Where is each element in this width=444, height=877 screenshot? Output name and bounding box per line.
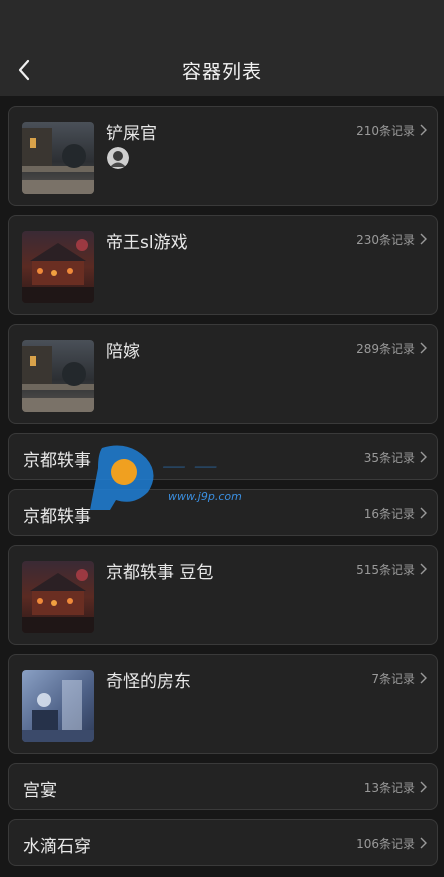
container-list: 铲屎官 210条记录 帝王sl游戏 230条记录 陪嫁 289条记录 京都轶事 …	[0, 96, 444, 866]
list-item[interactable]: 京都轶事 35条记录	[8, 433, 438, 480]
back-button[interactable]	[10, 56, 38, 84]
item-name: 京都轶事	[23, 451, 91, 471]
list-item[interactable]: 宫宴 13条记录	[8, 763, 438, 810]
record-count: 35条记录	[363, 451, 415, 465]
chevron-right-icon	[420, 672, 427, 684]
record-count: 210条记录	[356, 124, 415, 138]
list-item[interactable]: 帝王sl游戏 230条记录	[8, 215, 438, 315]
avatar	[107, 147, 129, 169]
status-bar	[0, 0, 444, 44]
record-count: 16条记录	[363, 507, 415, 521]
list-item[interactable]: 陪嫁 289条记录	[8, 324, 438, 424]
record-count: 515条记录	[356, 563, 415, 577]
chevron-right-icon	[420, 837, 427, 849]
item-name: 京都轶事	[23, 507, 91, 527]
item-name: 宫宴	[23, 781, 57, 801]
record-count: 13条记录	[363, 781, 415, 795]
thumbnail-image	[22, 231, 94, 303]
chevron-left-icon	[18, 59, 30, 81]
list-item[interactable]: 奇怪的房东 7条记录	[8, 654, 438, 754]
list-item[interactable]: 京都轶事 豆包 515条记录	[8, 545, 438, 645]
top-nav-bar: 容器列表	[0, 44, 444, 96]
chevron-right-icon	[420, 781, 427, 793]
list-item[interactable]: 京都轶事 16条记录	[8, 489, 438, 536]
list-item[interactable]: 铲屎官 210条记录	[8, 106, 438, 206]
list-item[interactable]: 水滴石穿 106条记录	[8, 819, 438, 866]
thumbnail-image	[22, 340, 94, 412]
chevron-right-icon	[420, 342, 427, 354]
item-name: 帝王sl游戏	[106, 233, 188, 253]
chevron-right-icon	[420, 563, 427, 575]
item-name: 水滴石穿	[23, 837, 91, 857]
item-name: 奇怪的房东	[106, 672, 191, 692]
chevron-right-icon	[420, 233, 427, 245]
record-count: 230条记录	[356, 233, 415, 247]
chevron-right-icon	[420, 451, 427, 463]
record-count: 289条记录	[356, 342, 415, 356]
thumbnail-image	[22, 561, 94, 633]
item-name: 铲屎官	[106, 124, 157, 144]
record-count: 106条记录	[356, 837, 415, 851]
thumbnail-image	[22, 122, 94, 194]
chevron-right-icon	[420, 507, 427, 519]
chevron-right-icon	[420, 124, 427, 136]
item-name: 陪嫁	[106, 342, 140, 362]
item-name: 京都轶事 豆包	[106, 563, 214, 583]
page-title: 容器列表	[181, 60, 262, 83]
thumbnail-image	[22, 670, 94, 742]
record-count: 7条记录	[371, 672, 415, 686]
